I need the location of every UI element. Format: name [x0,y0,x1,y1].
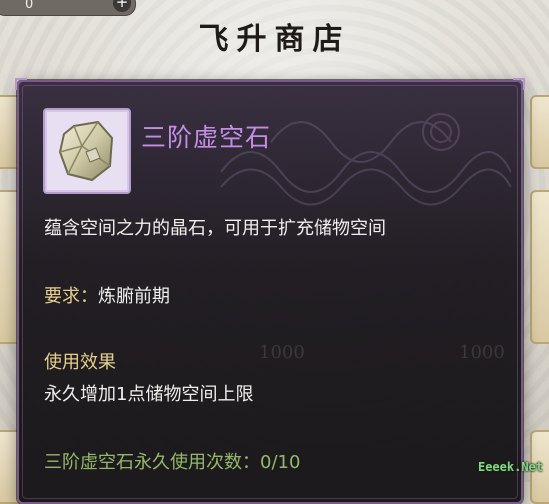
item-requirement: 要求：炼腑前期 [44,282,170,308]
watermark: Eeeek.Net [477,460,543,474]
shop-item-card[interactable] [530,95,549,169]
item-icon-frame [43,108,131,194]
background-price: 1000 [459,342,505,363]
background-price: 1000 [259,342,305,363]
requirement-label: 要求： [44,286,98,307]
usage-count: 三阶虚空石永久使用次数：0/10 [44,452,301,473]
corner-ornament [15,78,27,90]
item-description: 蕴含空间之力的晶石，可用于扩充储物空间 [44,218,386,239]
corner-ornament [513,78,525,90]
effect-title: 使用效果 [44,352,116,373]
void-stone-icon [58,120,114,182]
item-name: 三阶虚空石 [141,123,272,152]
currency-value: 0 [25,0,34,12]
add-currency-button[interactable]: + [113,0,131,12]
requirement-value: 炼腑前期 [98,286,170,307]
effect-text: 永久增加1点储物空间上限 [44,384,254,405]
page-title: 飞升商店 [198,22,351,57]
shop-item-card[interactable] [530,190,549,344]
item-tooltip: 三阶虚空石 蕴含空间之力的晶石，可用于扩充储物空间 要求：炼腑前期 使用效果 永… [15,78,525,504]
